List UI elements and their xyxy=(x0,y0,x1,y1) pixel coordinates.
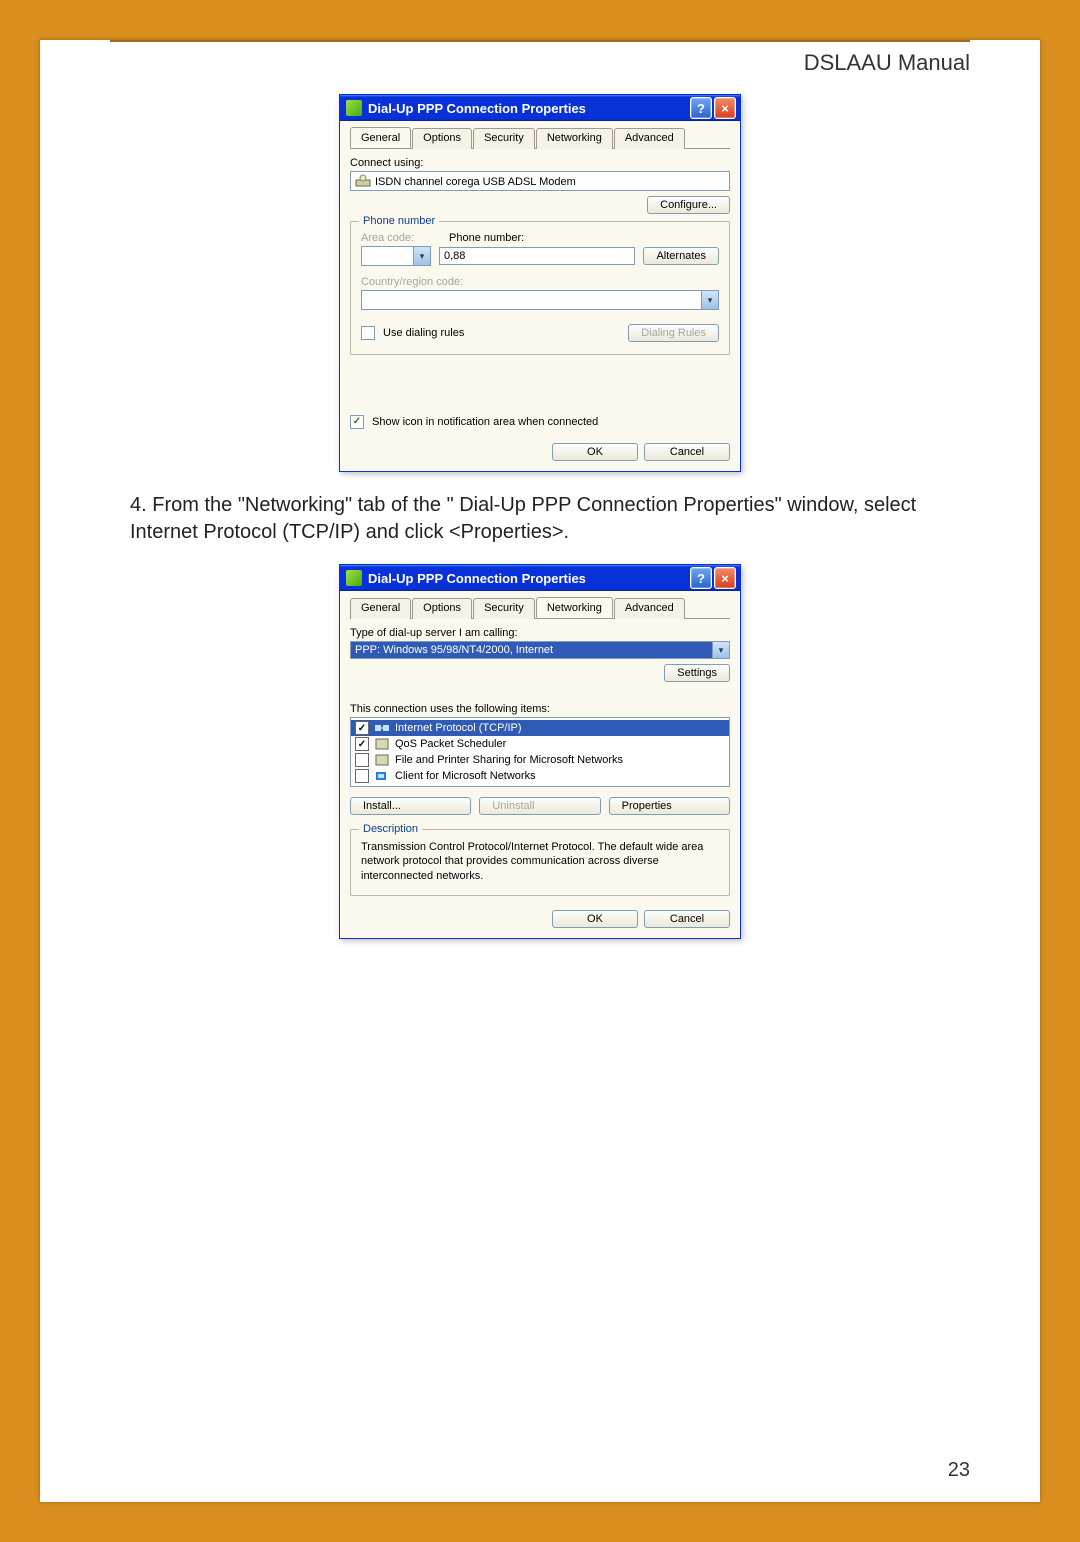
tab-networking[interactable]: Networking xyxy=(536,128,613,149)
ok-button[interactable]: OK xyxy=(552,443,638,461)
manual-page: DSLAAU Manual Dial-Up PPP Connection Pro… xyxy=(40,40,1040,1502)
tab-advanced[interactable]: Advanced xyxy=(614,128,685,149)
tab-strip: General Options Security Networking Adva… xyxy=(350,127,730,149)
install-button[interactable]: Install... xyxy=(350,797,471,815)
country-label: Country/region code: xyxy=(361,276,719,288)
list-item[interactable]: Internet Protocol (TCP/IP) xyxy=(351,720,729,736)
checkbox-icon[interactable] xyxy=(355,721,369,735)
titlebar[interactable]: Dial-Up PPP Connection Properties ? × xyxy=(340,95,740,121)
tab-options[interactable]: Options xyxy=(412,598,472,619)
tab-general[interactable]: General xyxy=(350,127,411,148)
tab-options[interactable]: Options xyxy=(412,128,472,149)
connect-using-field[interactable]: ISDN channel corega USB ADSL Modem xyxy=(350,171,730,191)
properties-dialog-general: Dial-Up PPP Connection Properties ? × Ge… xyxy=(339,94,741,472)
show-icon-checkbox[interactable]: ✓ Show icon in notification area when co… xyxy=(350,415,730,429)
close-button[interactable]: × xyxy=(714,97,736,119)
window-title: Dial-Up PPP Connection Properties xyxy=(368,101,688,116)
cancel-button[interactable]: Cancel xyxy=(644,910,730,928)
tab-general[interactable]: General xyxy=(350,598,411,619)
doc-title: DSLAAU Manual xyxy=(40,50,970,76)
service-icon xyxy=(374,737,390,751)
checkbox-icon[interactable] xyxy=(355,769,369,783)
area-code-label: Area code: xyxy=(361,232,441,244)
area-code-input xyxy=(361,246,414,266)
tab-strip: General Options Security Networking Adva… xyxy=(350,597,730,619)
app-icon xyxy=(346,570,362,586)
instruction-step-4: 4. From the "Networking" tab of the " Di… xyxy=(130,492,960,546)
app-icon xyxy=(346,100,362,116)
phone-number-input[interactable]: 0,88 xyxy=(439,247,635,265)
titlebar[interactable]: Dial-Up PPP Connection Properties ? × xyxy=(340,565,740,591)
dialing-rules-button: Dialing Rules xyxy=(628,324,719,342)
uninstall-button: Uninstall xyxy=(479,797,600,815)
protocol-icon xyxy=(374,721,390,735)
checkbox-icon[interactable] xyxy=(355,753,369,767)
help-button[interactable]: ? xyxy=(690,97,712,119)
connect-using-label: Connect using: xyxy=(350,157,730,169)
settings-button[interactable]: Settings xyxy=(664,664,730,682)
list-item[interactable]: Client for Microsoft Networks xyxy=(351,768,729,784)
country-combo xyxy=(361,290,702,310)
tab-advanced[interactable]: Advanced xyxy=(614,598,685,619)
description-group: Description Transmission Control Protoco… xyxy=(350,829,730,896)
page-number: 23 xyxy=(948,1459,970,1482)
phone-number-label: Phone number: xyxy=(449,232,524,244)
chevron-down-icon: ▾ xyxy=(702,290,719,310)
server-type-label: Type of dial-up server I am calling: xyxy=(350,627,730,639)
tab-networking[interactable]: Networking xyxy=(536,597,613,618)
header-rule xyxy=(110,40,970,42)
items-label: This connection uses the following items… xyxy=(350,703,730,715)
server-type-combo[interactable]: PPP: Windows 95/98/NT4/2000, Internet ▾ xyxy=(350,641,730,659)
window-title: Dial-Up PPP Connection Properties xyxy=(368,571,688,586)
service-icon xyxy=(374,753,390,767)
properties-dialog-networking: Dial-Up PPP Connection Properties ? × Ge… xyxy=(339,564,741,939)
cancel-button[interactable]: Cancel xyxy=(644,443,730,461)
list-item[interactable]: File and Printer Sharing for Microsoft N… xyxy=(351,752,729,768)
checkbox-icon[interactable] xyxy=(355,737,369,751)
tab-security[interactable]: Security xyxy=(473,128,535,149)
ok-button[interactable]: OK xyxy=(552,910,638,928)
phone-number-group: Phone number Area code: Phone number: ▾ … xyxy=(350,221,730,355)
components-list[interactable]: Internet Protocol (TCP/IP) QoS Packet Sc… xyxy=(350,717,730,787)
use-dialing-rules-checkbox[interactable]: Use dialing rules xyxy=(361,326,464,340)
tab-security[interactable]: Security xyxy=(473,598,535,619)
description-legend: Description xyxy=(359,823,422,835)
properties-button[interactable]: Properties xyxy=(609,797,730,815)
configure-button[interactable]: Configure... xyxy=(647,196,730,214)
phone-group-legend: Phone number xyxy=(359,215,439,227)
help-button[interactable]: ? xyxy=(690,567,712,589)
close-button[interactable]: × xyxy=(714,567,736,589)
checkbox-icon xyxy=(361,326,375,340)
description-text: Transmission Control Protocol/Internet P… xyxy=(361,840,719,883)
client-icon xyxy=(374,769,390,783)
chevron-down-icon[interactable]: ▾ xyxy=(713,641,730,659)
checkbox-icon: ✓ xyxy=(350,415,364,429)
modem-icon xyxy=(355,174,371,188)
alternates-button[interactable]: Alternates xyxy=(643,247,719,265)
list-item[interactable]: QoS Packet Scheduler xyxy=(351,736,729,752)
chevron-down-icon: ▾ xyxy=(414,246,431,266)
